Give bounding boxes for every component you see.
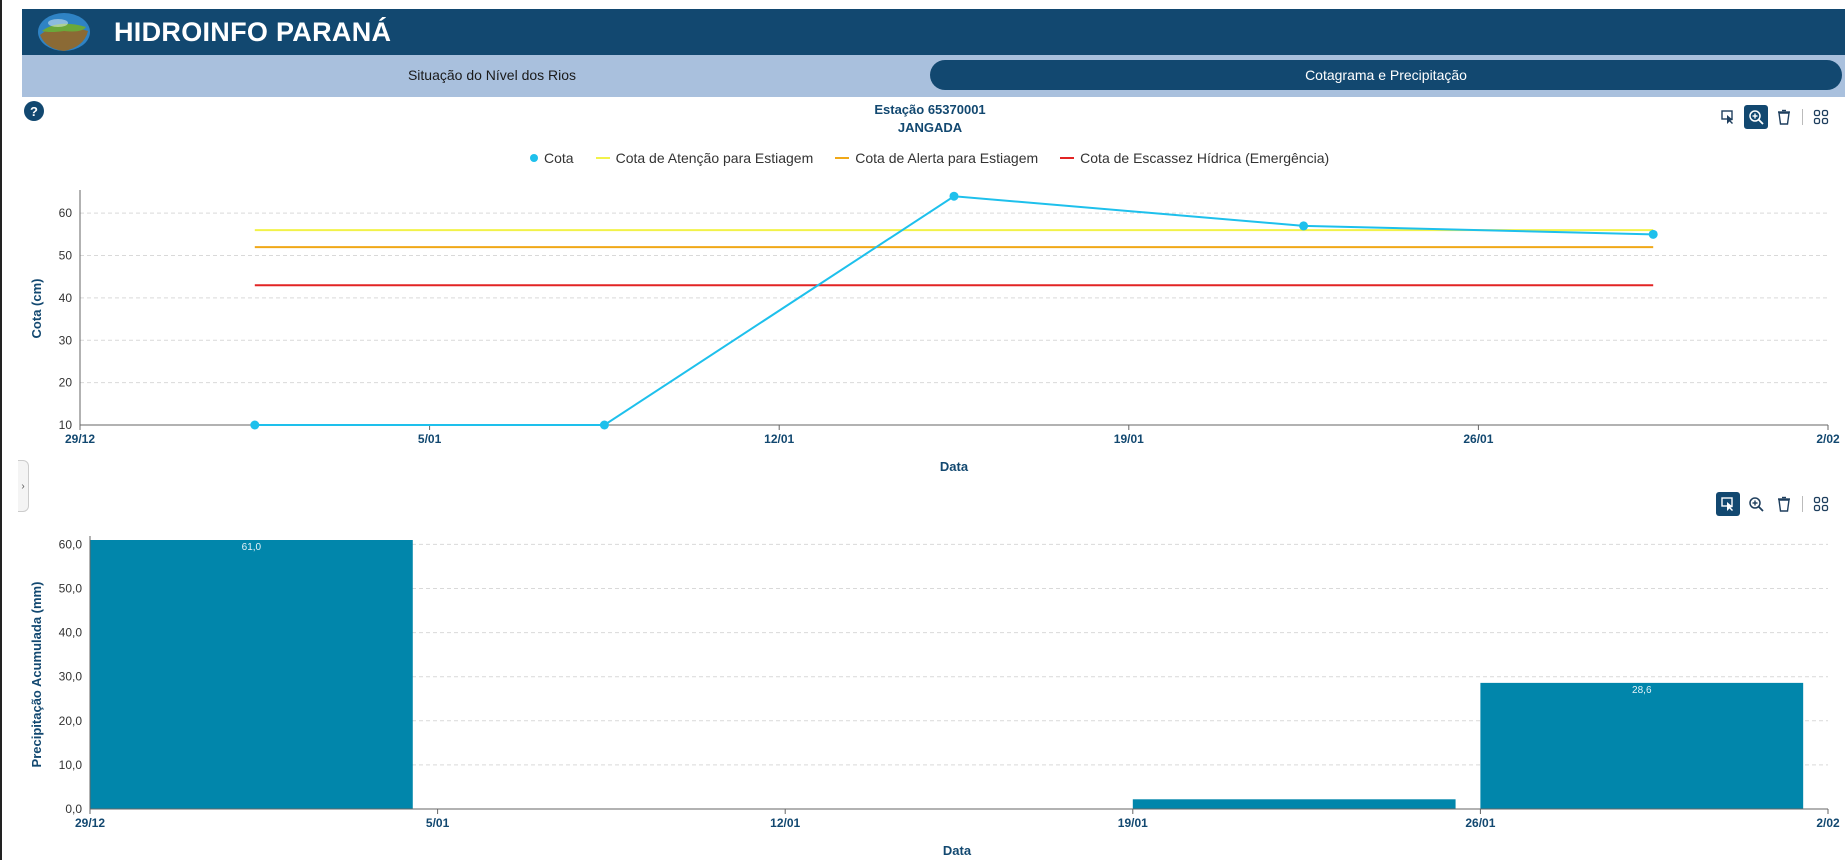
y-tick-label: 60,0 — [59, 537, 83, 551]
precip-bar — [90, 540, 413, 809]
y-axis-title: Precipitação Acumulada (mm) — [29, 582, 44, 768]
y-tick-label: 0,0 — [65, 802, 82, 816]
cota-point — [1648, 229, 1658, 239]
y-tick-label: 30 — [59, 333, 73, 347]
y-tick-label: 10,0 — [59, 758, 83, 772]
y-tick-label: 30,0 — [59, 670, 83, 684]
x-tick-label: 5/01 — [418, 432, 442, 446]
x-tick-label: 12/01 — [770, 816, 800, 830]
y-tick-label: 50,0 — [59, 582, 83, 596]
x-axis-title: Data — [943, 843, 972, 858]
bar-value-label: 28,6 — [1632, 685, 1652, 696]
cota-point — [949, 191, 959, 201]
precip-bar — [1480, 682, 1804, 809]
cota-chart[interactable]: 10 20 30 40 50 60 29/12 5/01 12/01 19/01 26/01 2/02… — [0, 0, 1845, 480]
x-tick-label: 19/01 — [1114, 432, 1144, 446]
y-tick-label: 20,0 — [59, 714, 83, 728]
precipitation-chart[interactable]: 0,0 10,0 20,0 30,0 40,0 50,0 60,0 61,0 28,6 29/12… — [0, 480, 1845, 860]
x-tick-label: 29/12 — [65, 432, 95, 446]
y-tick-label: 20 — [59, 376, 73, 390]
x-tick-label: 2/02 — [1816, 432, 1840, 446]
cota-point — [599, 420, 609, 430]
y-tick-label: 60 — [59, 206, 73, 220]
bar-value-label: 61,0 — [242, 542, 262, 553]
x-axis-title: Data — [940, 459, 969, 474]
y-tick-label: 40 — [59, 291, 73, 305]
x-tick-label: 12/01 — [764, 432, 794, 446]
x-tick-label: 26/01 — [1463, 432, 1493, 446]
x-tick-label: 19/01 — [1118, 816, 1148, 830]
x-tick-label: 29/12 — [75, 816, 105, 830]
y-tick-label: 10 — [59, 418, 73, 432]
x-tick-label: 5/01 — [426, 816, 450, 830]
y-tick-label: 50 — [59, 249, 73, 263]
x-tick-label: 26/01 — [1465, 816, 1495, 830]
cota-point — [1299, 221, 1309, 231]
x-tick-label: 2/02 — [1816, 816, 1840, 830]
precip-bar — [1132, 799, 1456, 809]
cota-point — [250, 420, 260, 430]
y-axis-title: Cota (cm) — [29, 279, 44, 339]
y-tick-label: 40,0 — [59, 626, 83, 640]
